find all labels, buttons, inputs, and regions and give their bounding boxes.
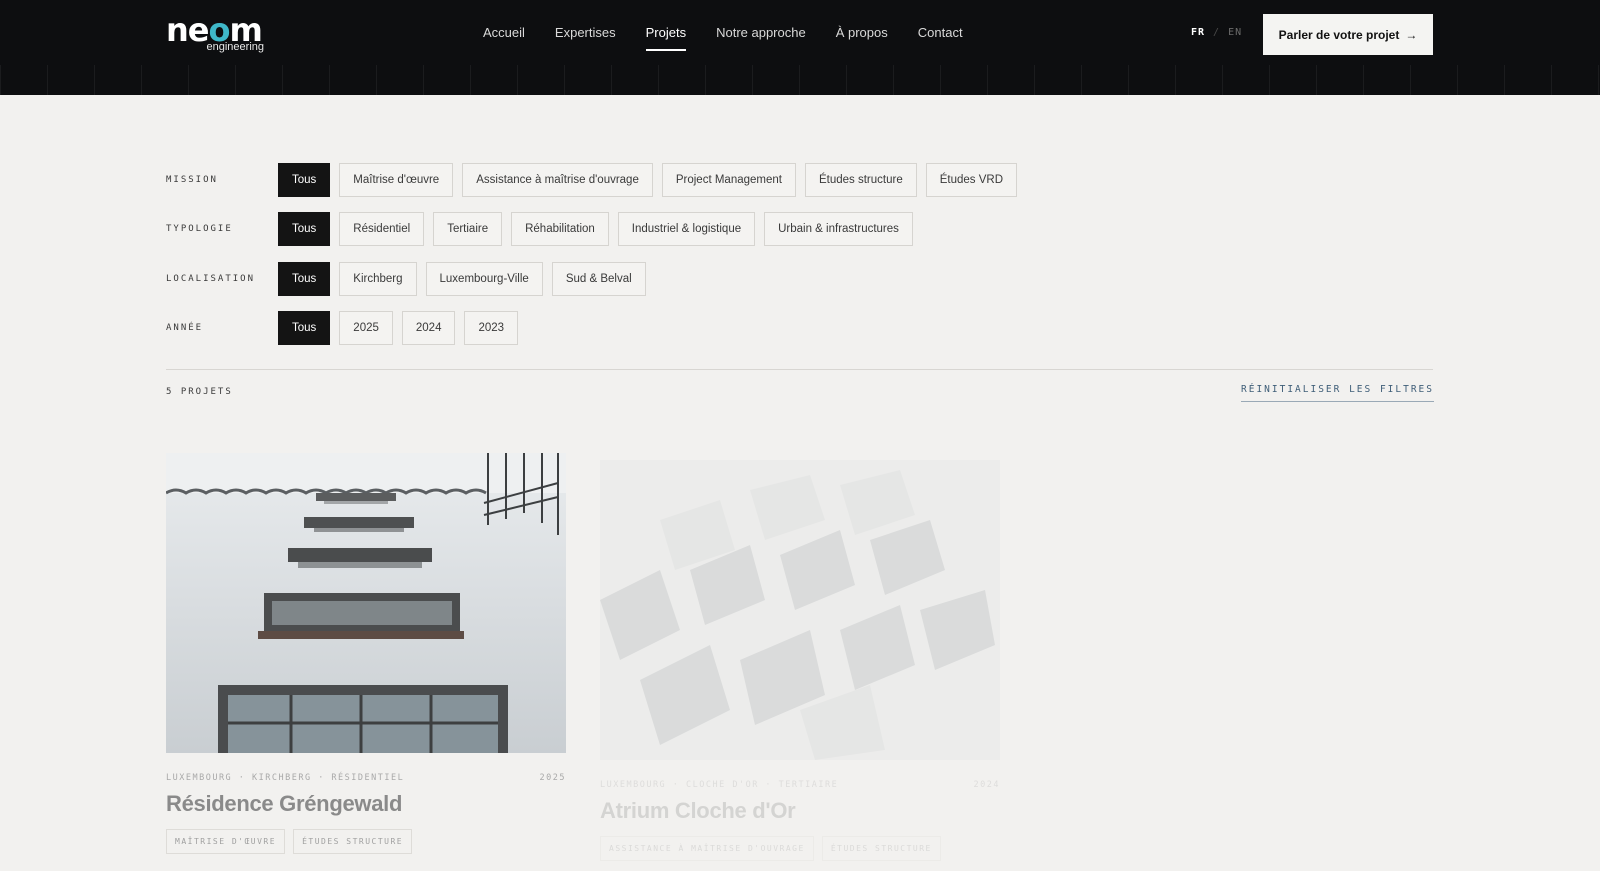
filter-label-typologie: TYPOLOGIE	[166, 224, 233, 234]
project-title[interactable]: Atrium Cloche d'Or	[600, 798, 1000, 824]
filters-divider	[166, 369, 1433, 370]
nav-item-notre-approche[interactable]: Notre approche	[716, 23, 806, 47]
project-tag: ASSISTANCE À MAÎTRISE D'OUVRAGE	[600, 836, 814, 861]
reset-filters-link[interactable]: RÉINITIALISER LES FILTRES	[1241, 384, 1434, 402]
project-year: 2024	[973, 780, 1000, 790]
building-facade-image	[166, 453, 566, 753]
filter-chip-typologie-industriel[interactable]: Industriel & logistique	[617, 212, 756, 246]
project-meta: LUXEMBOURG · CLOCHE D'OR · TERTIAIRE 202…	[600, 780, 1000, 790]
language-switcher: FR / EN	[1191, 27, 1242, 38]
filter-chip-mission-maitrise-oeuvre[interactable]: Maîtrise d'œuvre	[339, 163, 454, 197]
lang-en[interactable]: EN	[1228, 27, 1242, 38]
filter-chip-mission-project-management[interactable]: Project Management	[661, 163, 796, 197]
project-tag: ÉTUDES STRUCTURE	[821, 836, 941, 861]
filter-chip-typologie-tous[interactable]: Tous	[278, 212, 331, 246]
filter-chip-annee-2025[interactable]: 2025	[339, 311, 393, 345]
filter-row-mission: MISSION Tous Maîtrise d'œuvre Assistance…	[166, 163, 1017, 197]
header-grid-decoration	[0, 65, 1600, 95]
project-meta: LUXEMBOURG · KIRCHBERG · RÉSIDENTIEL 202…	[166, 773, 566, 783]
results-count: 5 PROJETS	[166, 387, 233, 397]
filter-chip-typologie-rehabilitation[interactable]: Réhabilitation	[511, 212, 609, 246]
nav-item-projets[interactable]: Projets	[645, 23, 687, 51]
arrow-right-icon: →	[1405, 27, 1418, 42]
filter-chip-localisation-tous[interactable]: Tous	[278, 262, 331, 296]
filter-chip-typologie-tertiaire[interactable]: Tertiaire	[433, 212, 503, 246]
filter-chip-typologie-residentiel[interactable]: Résidentiel	[339, 212, 425, 246]
cta-label: Parler de votre projet	[1278, 27, 1400, 42]
filter-label-mission: MISSION	[166, 175, 218, 185]
lang-separator: /	[1213, 27, 1221, 38]
nav-item-contact[interactable]: Contact	[918, 23, 963, 47]
filter-label-annee: ANNÉE	[166, 323, 204, 333]
project-tags: ASSISTANCE À MAÎTRISE D'OUVRAGE ÉTUDES S…	[600, 836, 1000, 861]
filter-chip-annee-2023[interactable]: 2023	[464, 311, 519, 345]
site-header: neom engineering Accueil Expertises Proj…	[0, 0, 1600, 95]
filter-chip-mission-tous[interactable]: Tous	[278, 163, 331, 197]
project-tags: MAÎTRISE D'ŒUVRE ÉTUDES STRUCTURE	[166, 829, 566, 854]
building-glass-facade-image	[600, 460, 1000, 760]
project-image	[166, 453, 566, 753]
project-image	[600, 460, 1000, 760]
project-card[interactable]: LUXEMBOURG · CLOCHE D'OR · TERTIAIRE 202…	[600, 460, 1000, 861]
filter-row-typologie: TYPOLOGIE Tous Résidentiel Tertiaire Réh…	[166, 212, 913, 246]
filter-row-localisation: LOCALISATION Tous Kirchberg Luxembourg-V…	[166, 262, 646, 296]
project-year: 2025	[539, 773, 566, 783]
project-location: LUXEMBOURG · KIRCHBERG · RÉSIDENTIEL	[166, 773, 405, 783]
filter-chip-annee-2024[interactable]: 2024	[401, 311, 456, 345]
contact-cta-button[interactable]: Parler de votre projet →	[1263, 14, 1433, 55]
nav-item-expertises[interactable]: Expertises	[555, 23, 616, 47]
lang-fr[interactable]: FR	[1191, 27, 1205, 38]
filter-chip-localisation-kirchberg[interactable]: Kirchberg	[339, 262, 417, 296]
filter-chip-mission-etudes-vrd[interactable]: Études VRD	[925, 163, 1017, 197]
filter-label-localisation: LOCALISATION	[166, 274, 256, 284]
project-tag: ÉTUDES STRUCTURE	[293, 829, 413, 854]
project-card[interactable]: LUXEMBOURG · KIRCHBERG · RÉSIDENTIEL 202…	[166, 453, 566, 854]
nav-item-accueil[interactable]: Accueil	[483, 23, 525, 47]
project-tag: MAÎTRISE D'ŒUVRE	[166, 829, 286, 854]
main-nav: Accueil Expertises Projets Notre approch…	[483, 23, 993, 51]
filter-chip-typologie-urbain[interactable]: Urbain & infrastructures	[764, 212, 913, 246]
logo[interactable]: neom engineering	[166, 14, 266, 54]
filter-row-annee: ANNÉE Tous 2025 2024 2023	[166, 311, 519, 345]
logo-subtitle: engineering	[206, 41, 265, 53]
project-location: LUXEMBOURG · CLOCHE D'OR · TERTIAIRE	[600, 780, 839, 790]
filter-chip-localisation-luxembourg-ville[interactable]: Luxembourg-Ville	[425, 262, 543, 296]
nav-item-a-propos[interactable]: À propos	[836, 23, 888, 47]
filter-chip-localisation-sud-belval[interactable]: Sud & Belval	[551, 262, 646, 296]
filter-chip-mission-etudes-structure[interactable]: Études structure	[804, 163, 917, 197]
filter-chip-mission-amo[interactable]: Assistance à maîtrise d'ouvrage	[462, 163, 653, 197]
filter-chip-annee-tous[interactable]: Tous	[278, 311, 331, 345]
project-title[interactable]: Résidence Gréngewald	[166, 791, 566, 817]
